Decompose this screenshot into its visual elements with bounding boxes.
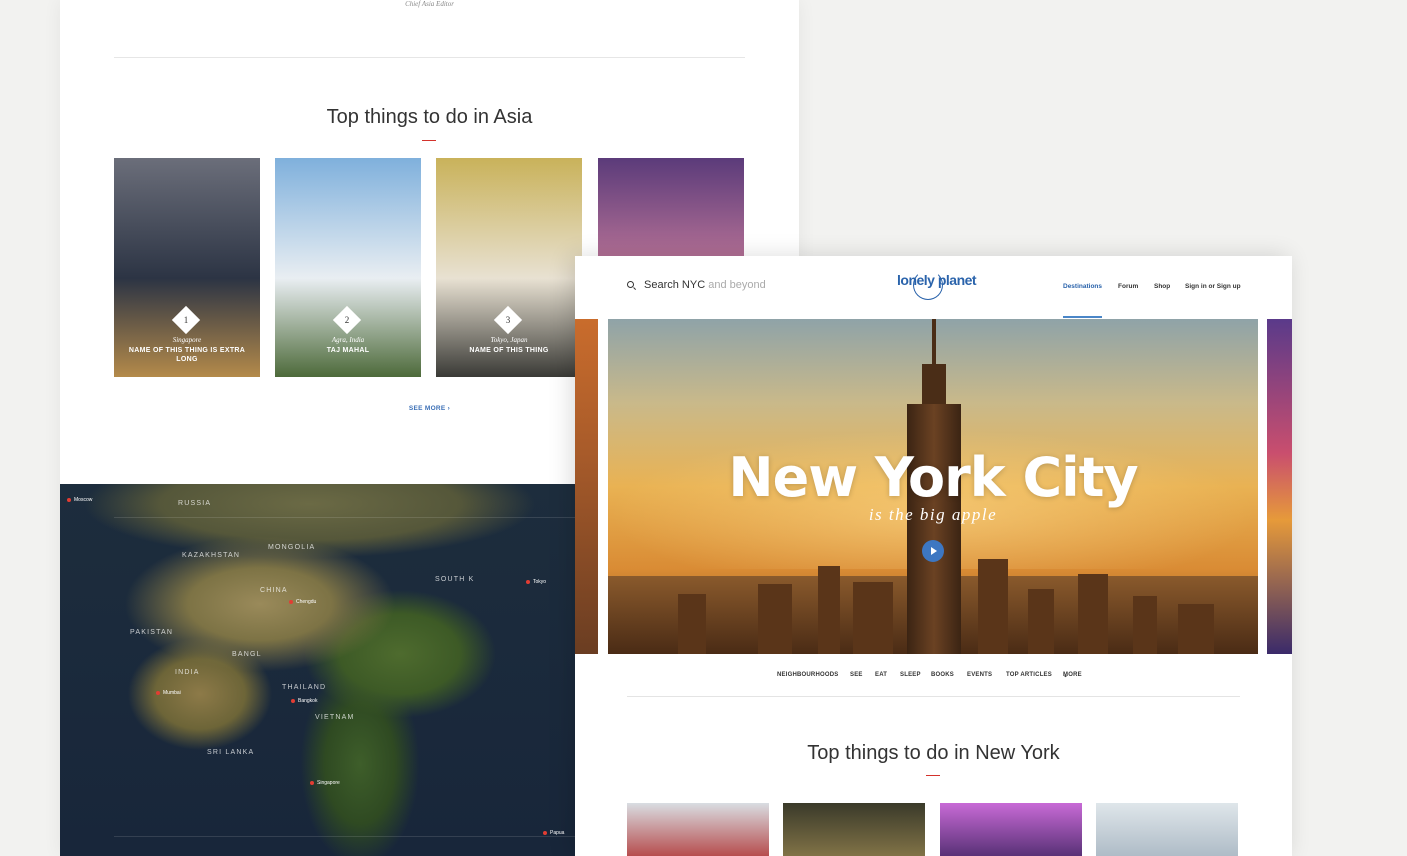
rank-number: 3 bbox=[505, 315, 511, 325]
building bbox=[978, 559, 1008, 654]
carousel-next-slide[interactable] bbox=[1267, 319, 1292, 654]
nav-destinations[interactable]: Destinations bbox=[1063, 283, 1102, 290]
card-name: NAME OF THIS THING bbox=[469, 347, 549, 354]
card-tokyo[interactable]: 3 Tokyo, Japan NAME OF THIS THING bbox=[436, 158, 582, 377]
nyc-card[interactable] bbox=[783, 803, 925, 856]
logo[interactable]: lonely planet bbox=[897, 272, 977, 288]
region-label: RUSSIA bbox=[178, 500, 212, 507]
nav-shop[interactable]: Shop bbox=[1154, 283, 1170, 290]
city-marker[interactable]: Tokyo bbox=[526, 579, 546, 585]
building bbox=[1133, 596, 1157, 654]
city-marker[interactable]: Moscow bbox=[67, 497, 92, 503]
asia-section-title: Top things to do in Asia bbox=[326, 106, 533, 128]
card-location: Tokyo, Japan bbox=[490, 336, 528, 344]
card-name: NAME OF THIS THING IS EXTRA LONG bbox=[128, 347, 246, 363]
top-nav: Search NYC and beyond lonely planet Dest… bbox=[575, 256, 1292, 318]
hero-banner: New York City is the big apple bbox=[608, 319, 1258, 654]
carousel-prev-slide[interactable] bbox=[575, 319, 598, 654]
region-label: SOUTH K bbox=[435, 576, 475, 583]
nyc-card[interactable] bbox=[940, 803, 1082, 856]
region-label: BANGL bbox=[232, 651, 262, 658]
rank-number: 1 bbox=[183, 315, 189, 325]
hero-title: New York City bbox=[728, 446, 1138, 509]
nyc-section-title: Top things to do in New York bbox=[807, 742, 1060, 764]
building bbox=[1078, 574, 1108, 654]
region-label: PAKISTAN bbox=[130, 629, 174, 636]
region-label: KAZAKHSTAN bbox=[182, 552, 241, 559]
chevron-down-icon: ⌄ bbox=[1063, 673, 1069, 679]
nyc-card[interactable] bbox=[1096, 803, 1238, 856]
empire-state-top bbox=[922, 364, 946, 404]
subnav-eat[interactable]: EAT bbox=[875, 672, 887, 678]
card-name: TAJ MAHAL bbox=[326, 347, 370, 354]
building bbox=[853, 582, 893, 654]
region-label: SRI LANKA bbox=[207, 749, 255, 756]
empire-state-spire bbox=[932, 319, 936, 364]
region-label: MONGOLIA bbox=[268, 544, 316, 551]
city-marker[interactable]: Mumbai bbox=[156, 690, 181, 696]
editor-caption: Chief Asia Editor bbox=[405, 0, 454, 8]
subnav-events[interactable]: EVENTS bbox=[967, 672, 992, 678]
building bbox=[1178, 604, 1214, 654]
region-label: CHINA bbox=[260, 587, 288, 594]
nav-forum[interactable]: Forum bbox=[1118, 283, 1138, 290]
map-pin-icon bbox=[543, 830, 547, 835]
region-label: INDIA bbox=[175, 669, 200, 676]
title-accent bbox=[926, 775, 940, 776]
sub-nav: NEIGHBOURHOODS SEE EAT SLEEP BOOKS EVENT… bbox=[777, 672, 1082, 679]
map-pin-icon bbox=[291, 698, 295, 703]
building bbox=[818, 566, 840, 654]
nav-sign-in[interactable]: Sign in or Sign up bbox=[1185, 283, 1241, 290]
subnav-top-articles[interactable]: TOP ARTICLES bbox=[1006, 672, 1052, 678]
building bbox=[678, 594, 706, 654]
subnav-neighbourhoods[interactable]: NEIGHBOURHOODS bbox=[777, 672, 838, 678]
card-taj-mahal[interactable]: 2 Agra, India TAJ MAHAL bbox=[275, 158, 421, 377]
card-location: Agra, India bbox=[331, 336, 365, 344]
map-pin-icon bbox=[310, 780, 314, 785]
title-accent bbox=[422, 140, 436, 141]
building bbox=[1028, 589, 1054, 654]
divider bbox=[627, 696, 1240, 697]
card-location: Singapore bbox=[172, 336, 202, 344]
map-pin-icon bbox=[156, 690, 160, 695]
building bbox=[758, 584, 792, 654]
city-marker[interactable]: Papua bbox=[543, 830, 564, 836]
rank-number: 2 bbox=[344, 315, 350, 325]
map-pin-icon bbox=[289, 599, 293, 604]
empire-state-building bbox=[907, 404, 961, 654]
region-label: VIETNAM bbox=[315, 714, 355, 721]
subnav-see[interactable]: SEE bbox=[850, 672, 863, 678]
divider bbox=[114, 57, 745, 58]
hero-subtitle: is the big apple bbox=[868, 505, 998, 524]
nyc-card[interactable] bbox=[627, 803, 769, 856]
city-marker[interactable]: Chengdu bbox=[289, 599, 316, 605]
subnav-books[interactable]: BOOKS bbox=[931, 672, 954, 678]
city-marker[interactable]: Singapore bbox=[310, 780, 340, 786]
map-pin-icon bbox=[67, 497, 71, 502]
play-icon[interactable] bbox=[922, 540, 944, 562]
subnav-sleep[interactable]: SLEEP bbox=[900, 672, 921, 678]
region-label: THAILAND bbox=[282, 684, 327, 691]
city-marker[interactable]: Bangkok bbox=[291, 698, 317, 704]
nyc-page: Search NYC and beyond lonely planet Dest… bbox=[575, 256, 1292, 856]
active-nav-indicator bbox=[1063, 316, 1102, 318]
map-pin-icon bbox=[526, 579, 530, 584]
search-input[interactable]: Search NYC and beyond bbox=[627, 279, 766, 291]
card-singapore[interactable]: 1 Singapore NAME OF THIS THING IS EXTRA … bbox=[114, 158, 260, 377]
search-icon bbox=[627, 281, 634, 288]
